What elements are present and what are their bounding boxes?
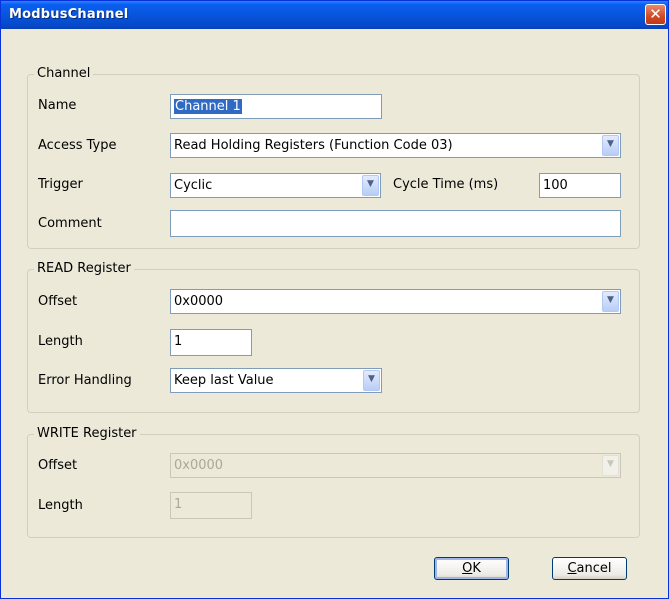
trigger-dropdown-button[interactable]: ▼	[362, 175, 379, 196]
name-label: Name	[38, 98, 77, 113]
error-handling-value: Keep last Value	[174, 373, 274, 388]
access-type-dropdown-button[interactable]: ▼	[602, 135, 619, 156]
close-button[interactable]: ✕	[645, 4, 666, 25]
dialog-window: ModbusChannel ✕ Channel Name Channel 1 A…	[0, 0, 669, 599]
read-offset-select[interactable]: 0x0000 ▼	[170, 289, 621, 314]
error-handling-dropdown-button[interactable]: ▼	[363, 370, 380, 391]
trigger-value: Cyclic	[174, 178, 213, 193]
read-register-legend: READ Register	[34, 261, 134, 276]
write-offset-select: 0x0000 ▼	[170, 453, 621, 478]
read-length-label: Length	[38, 334, 83, 349]
ok-mnemonic: O	[462, 561, 473, 576]
write-length-value: 1	[174, 497, 183, 512]
channel-legend: Channel	[34, 66, 94, 81]
title-bar[interactable]: ModbusChannel ✕	[1, 1, 668, 29]
write-offset-dropdown-button: ▼	[602, 455, 619, 476]
chevron-down-icon: ▼	[607, 139, 614, 149]
access-type-select[interactable]: Read Holding Registers (Function Code 03…	[170, 133, 621, 158]
read-offset-value: 0x0000	[174, 294, 224, 309]
access-type-value: Read Holding Registers (Function Code 03…	[174, 138, 453, 153]
cycle-time-label: Cycle Time (ms)	[393, 177, 499, 192]
write-length-label: Length	[38, 498, 83, 513]
chevron-down-icon: ▼	[367, 179, 374, 189]
trigger-select[interactable]: Cyclic ▼	[170, 173, 381, 198]
write-register-legend: WRITE Register	[34, 426, 140, 441]
error-handling-label: Error Handling	[38, 373, 132, 388]
read-length-input[interactable]: 1	[170, 329, 252, 356]
write-offset-label: Offset	[38, 458, 78, 473]
cycle-time-value: 100	[543, 178, 568, 193]
chevron-down-icon: ▼	[368, 374, 375, 384]
trigger-label: Trigger	[38, 177, 83, 192]
access-type-label: Access Type	[38, 138, 117, 153]
error-handling-select[interactable]: Keep last Value ▼	[170, 368, 382, 393]
comment-input[interactable]	[170, 210, 621, 237]
window-title: ModbusChannel	[9, 7, 129, 22]
name-input[interactable]: Channel 1	[170, 94, 382, 119]
name-input-value: Channel 1	[174, 99, 242, 114]
read-offset-label: Offset	[38, 294, 78, 309]
cancel-label-rest: ancel	[576, 561, 612, 576]
cycle-time-input[interactable]: 100	[539, 173, 621, 198]
ok-label-rest: K	[472, 561, 481, 576]
write-register-group: WRITE Register	[27, 426, 640, 538]
ok-button[interactable]: OK	[434, 557, 509, 580]
close-icon: ✕	[649, 5, 662, 23]
comment-label: Comment	[38, 216, 102, 231]
chevron-down-icon: ▼	[607, 295, 614, 305]
read-offset-dropdown-button[interactable]: ▼	[602, 291, 619, 312]
cancel-button[interactable]: Cancel	[552, 557, 627, 580]
chevron-down-icon: ▼	[607, 459, 614, 469]
write-offset-value: 0x0000	[174, 458, 224, 473]
cancel-mnemonic: C	[567, 561, 577, 576]
read-length-value: 1	[174, 334, 183, 349]
write-length-input: 1	[170, 492, 252, 519]
